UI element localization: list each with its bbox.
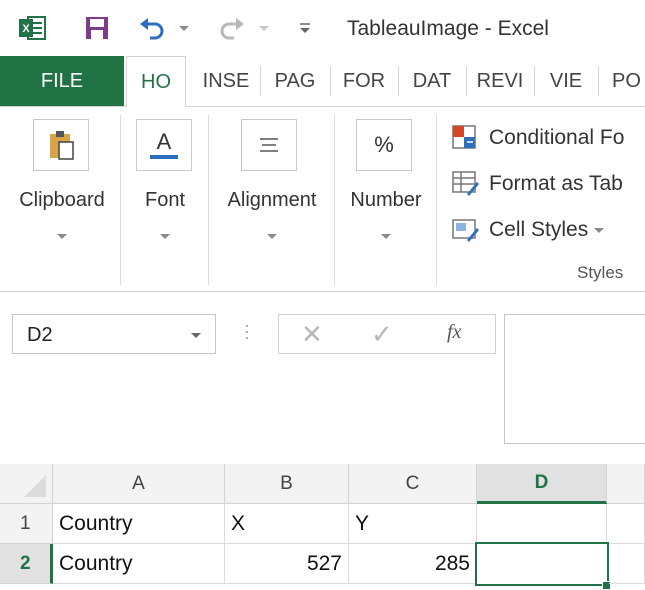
alignment-icon[interactable]: [241, 119, 297, 171]
clipboard-label: Clipboard: [19, 189, 105, 211]
column-header-c[interactable]: C: [349, 464, 477, 504]
cell-d1[interactable]: [477, 504, 607, 544]
alignment-dropdown-icon[interactable]: [267, 234, 277, 239]
column-header-a[interactable]: A: [53, 464, 225, 504]
format-as-table-icon: [452, 171, 479, 196]
tab-divider: [466, 66, 467, 96]
tab-insert[interactable]: INSE: [196, 56, 256, 106]
clipboard-icon[interactable]: [33, 119, 89, 171]
tab-divider: [534, 66, 535, 96]
conditional-formatting-button[interactable]: Conditional Fo: [451, 121, 624, 155]
name-box[interactable]: D2: [12, 314, 216, 354]
font-icon-letter: A: [156, 129, 172, 154]
number-label: Number: [350, 189, 422, 211]
number-dropdown-icon[interactable]: [381, 234, 391, 239]
ribbon: Clipboard A Font Alignment % Number Cond…: [0, 106, 645, 292]
format-as-table-button[interactable]: Format as Tab: [451, 167, 623, 201]
font-label: Font: [144, 189, 186, 211]
tab-power[interactable]: PO: [602, 56, 645, 106]
clipboard-dropdown-icon[interactable]: [57, 234, 67, 239]
formula-input[interactable]: [504, 314, 645, 444]
format-as-table-label: Format as Tab: [489, 172, 623, 195]
font-color-bar: [150, 155, 178, 159]
group-divider: [208, 115, 209, 285]
row-header-2[interactable]: 2: [0, 544, 53, 584]
cell-a1[interactable]: Country: [53, 504, 225, 544]
group-divider: [436, 115, 437, 285]
name-box-dropdown-icon[interactable]: [191, 333, 201, 338]
alignment-label: Alignment: [227, 189, 317, 211]
tab-divider: [330, 66, 331, 96]
cell-e2[interactable]: [609, 544, 645, 584]
cancel-icon[interactable]: ✕: [301, 319, 323, 350]
svg-text:X: X: [22, 23, 30, 35]
clipboard-group[interactable]: Clipboard: [0, 107, 122, 291]
enter-icon[interactable]: ✓: [371, 319, 393, 350]
insert-function-icon[interactable]: fx: [447, 321, 461, 344]
cell-c2[interactable]: 285: [349, 544, 477, 584]
cell-b1[interactable]: X: [225, 504, 349, 544]
cell-c1[interactable]: Y: [349, 504, 477, 544]
cell-styles-icon: [452, 219, 479, 242]
excel-logo-icon[interactable]: X: [18, 13, 46, 43]
tab-divider: [260, 66, 261, 96]
cell-styles-button[interactable]: Cell Styles: [451, 213, 605, 247]
tab-page-layout[interactable]: PAG: [264, 56, 326, 106]
column-header-d[interactable]: D: [477, 464, 607, 504]
customize-qat-icon[interactable]: [298, 13, 312, 43]
cell-a2[interactable]: Country: [53, 544, 225, 584]
tab-divider: [598, 66, 599, 96]
tab-divider: [398, 66, 399, 96]
redo-dropdown-icon[interactable]: [258, 13, 270, 43]
tab-home[interactable]: HO: [126, 56, 186, 107]
row-header-1[interactable]: 1: [0, 504, 53, 544]
column-header-e[interactable]: [607, 464, 645, 504]
formula-bar-resize-handle[interactable]: · · ·: [244, 316, 250, 346]
percent-icon[interactable]: %: [356, 119, 412, 171]
conditional-formatting-label: Conditional Fo: [489, 126, 625, 149]
number-group[interactable]: % Number: [336, 107, 436, 291]
select-all-triangle: [24, 475, 46, 497]
column-header-b[interactable]: B: [225, 464, 349, 504]
group-divider: [120, 115, 121, 285]
worksheet-grid: A B C D 1 Country X Y 2 Country 527 285: [0, 464, 645, 590]
tab-formulas[interactable]: FOR: [334, 56, 394, 106]
cell-styles-dropdown-icon[interactable]: [594, 227, 605, 233]
cell-d2-selected[interactable]: [475, 542, 609, 586]
font-icon[interactable]: A: [136, 119, 192, 171]
undo-dropdown-icon[interactable]: [178, 13, 190, 43]
window-title: TableauImage - Excel: [347, 17, 549, 40]
formula-bar: D2 · · · ✕ ✓ fx: [0, 292, 645, 452]
title-bar: X TableauImage - Excel: [0, 0, 645, 56]
alignment-group[interactable]: Alignment: [210, 107, 334, 291]
percent-symbol: %: [374, 132, 394, 157]
tab-data[interactable]: DAT: [402, 56, 462, 106]
redo-icon[interactable]: [218, 13, 246, 43]
undo-icon[interactable]: [138, 13, 166, 43]
save-icon[interactable]: [84, 13, 110, 43]
tab-file[interactable]: FILE: [0, 56, 124, 106]
select-all-corner[interactable]: [0, 464, 53, 504]
cell-b2[interactable]: 527: [225, 544, 349, 584]
font-group[interactable]: A Font: [122, 107, 208, 291]
styles-group-label: Styles: [577, 263, 624, 282]
name-box-value: D2: [27, 324, 53, 346]
cell-styles-label: Cell Styles: [489, 218, 589, 241]
font-dropdown-icon[interactable]: [160, 234, 170, 239]
group-divider: [334, 115, 335, 285]
ribbon-tabs: FILE HO INSE PAG FOR DAT REVI VIE PO: [0, 56, 645, 107]
tab-view[interactable]: VIE: [538, 56, 594, 106]
conditional-formatting-icon: [452, 125, 476, 149]
formula-buttons: ✕ ✓ fx: [278, 314, 496, 354]
tab-review[interactable]: REVI: [470, 56, 530, 106]
cell-e1[interactable]: [607, 504, 645, 544]
